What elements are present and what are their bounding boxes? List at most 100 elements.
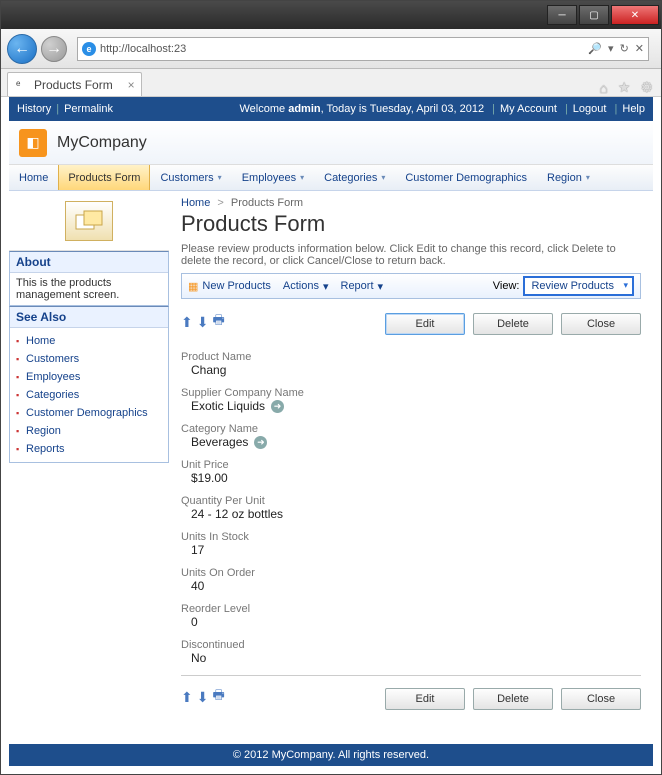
browser-tab[interactable]: e Products Form × — [7, 72, 142, 96]
sidebar: About This is the products management sc… — [9, 191, 169, 728]
actions-menu[interactable]: Actions▾ — [283, 280, 329, 293]
field-value: 0 — [181, 615, 641, 629]
field-value: No — [181, 651, 641, 665]
view-selector: View: Review Products — [493, 276, 634, 296]
browser-window: ─ ▢ ✕ ← → e http://localhost:23 🔎 ▾ ↻ ✕ … — [0, 0, 662, 775]
next-record-icon[interactable]: ⬇ — [197, 689, 209, 706]
url-toolbar: 🔎 ▾ ↻ ✕ — [588, 42, 644, 55]
print-icon[interactable]: 🖶 — [212, 311, 224, 333]
seealso-item-reports[interactable]: Reports — [16, 440, 162, 458]
refresh-icon[interactable]: ↻ — [620, 42, 629, 55]
chevron-down-icon: ▾ — [300, 173, 304, 182]
menu-item-customers[interactable]: Customers▾ — [150, 165, 231, 190]
breadcrumb: Home > Products Form — [181, 197, 641, 209]
company-header: ◧ MyCompany — [9, 121, 653, 165]
menu-item-categories[interactable]: Categories▾ — [314, 165, 395, 190]
chevron-down-icon: ▾ — [381, 173, 385, 182]
tab-title: Products Form — [34, 78, 113, 92]
related-link-icon[interactable]: ➜ — [271, 400, 284, 413]
field-label: Category Name — [181, 423, 641, 435]
content-area: Home > Products Form Products Form Pleas… — [169, 191, 653, 728]
edit-button[interactable]: Edit — [385, 313, 465, 335]
close-button[interactable]: Close — [561, 313, 641, 335]
gear-icon[interactable]: ⚙ — [640, 79, 653, 96]
menu-item-customer-demographics[interactable]: Customer Demographics — [395, 165, 537, 190]
address-bar[interactable]: e http://localhost:23 🔎 ▾ ↻ ✕ — [77, 37, 649, 61]
field-quantity-per-unit: Quantity Per Unit24 - 12 oz bottles — [181, 495, 641, 521]
prev-record-icon[interactable]: ⬆ — [181, 689, 193, 706]
field-value: Exotic Liquids➜ — [181, 399, 641, 413]
field-value: Chang — [181, 363, 641, 377]
seealso-item-categories[interactable]: Categories — [16, 386, 162, 404]
logout-link[interactable]: Logout — [573, 103, 607, 115]
page-icon-box — [9, 191, 169, 251]
field-value: Beverages➜ — [181, 435, 641, 449]
window-close-button[interactable]: ✕ — [611, 5, 659, 25]
ie-icon: e — [16, 79, 28, 91]
seealso-item-region[interactable]: Region — [16, 422, 162, 440]
browser-tools: ⌂ ★ ⚙ — [599, 79, 653, 96]
field-reorder-level: Reorder Level0 — [181, 603, 641, 629]
window-minimize-button[interactable]: ─ — [547, 5, 577, 25]
delete-button[interactable]: Delete — [473, 313, 553, 335]
breadcrumb-home[interactable]: Home — [181, 197, 210, 209]
history-link[interactable]: History — [17, 103, 51, 115]
field-units-in-stock: Units In Stock17 — [181, 531, 641, 557]
seealso-item-employees[interactable]: Employees — [16, 368, 162, 386]
dropdown-icon[interactable]: ▾ — [608, 42, 614, 55]
tab-close-icon[interactable]: × — [128, 78, 135, 92]
about-text: This is the products management screen. — [10, 273, 168, 305]
next-record-icon[interactable]: ⬇ — [197, 314, 209, 331]
seealso-panel: See Also HomeCustomersEmployeesCategorie… — [9, 306, 169, 463]
view-label: View: — [493, 280, 520, 292]
forward-button[interactable]: → — [41, 36, 67, 62]
field-label: Product Name — [181, 351, 641, 363]
my-account-link[interactable]: My Account — [500, 103, 557, 115]
field-label: Units In Stock — [181, 531, 641, 543]
home-icon[interactable]: ⌂ — [599, 80, 607, 96]
print-icon[interactable]: 🖶 — [212, 686, 224, 708]
prev-record-icon[interactable]: ⬆ — [181, 314, 193, 331]
permalink-link[interactable]: Permalink — [64, 103, 113, 115]
field-discontinued: DiscontinuedNo — [181, 639, 641, 665]
app-topbar: History | Permalink Welcome admin, Today… — [9, 97, 653, 121]
window-maximize-button[interactable]: ▢ — [579, 5, 609, 25]
seealso-list: HomeCustomersEmployeesCategoriesCustomer… — [16, 332, 162, 458]
divider — [181, 675, 641, 676]
stop-icon[interactable]: ✕ — [635, 42, 644, 55]
company-name: MyCompany — [57, 134, 147, 152]
chevron-down-icon: ▾ — [586, 173, 590, 182]
back-button[interactable]: ← — [7, 34, 37, 64]
delete-button[interactable]: Delete — [473, 688, 553, 710]
form-icon — [65, 201, 113, 241]
related-link-icon[interactable]: ➜ — [254, 436, 267, 449]
report-menu[interactable]: Report▾ — [341, 280, 384, 293]
field-value: $19.00 — [181, 471, 641, 485]
field-product-name: Product NameChang — [181, 351, 641, 377]
seealso-item-customers[interactable]: Customers — [16, 350, 162, 368]
page-footer: © 2012 MyCompany. All rights reserved. — [9, 744, 653, 766]
field-value: 40 — [181, 579, 641, 593]
edit-button[interactable]: Edit — [385, 688, 465, 710]
about-panel: About This is the products management sc… — [9, 251, 169, 306]
menu-item-employees[interactable]: Employees▾ — [232, 165, 314, 190]
about-title: About — [10, 252, 168, 273]
menu-item-home[interactable]: Home — [9, 165, 58, 190]
seealso-item-home[interactable]: Home — [16, 332, 162, 350]
help-link[interactable]: Help — [622, 103, 645, 115]
view-dropdown[interactable]: Review Products — [523, 276, 634, 296]
action-toolbar: ▦ New Products Actions▾ Report▾ View: Re… — [181, 273, 641, 299]
close-button[interactable]: Close — [561, 688, 641, 710]
current-user: admin — [288, 103, 320, 115]
menu-item-products-form[interactable]: Products Form — [58, 165, 150, 190]
search-icon[interactable]: 🔎 — [588, 42, 602, 55]
menu-item-region[interactable]: Region▾ — [537, 165, 600, 190]
field-value: 24 - 12 oz bottles — [181, 507, 641, 521]
field-label: Reorder Level — [181, 603, 641, 615]
field-label: Supplier Company Name — [181, 387, 641, 399]
url-text: http://localhost:23 — [100, 43, 186, 55]
favorites-icon[interactable]: ★ — [618, 79, 631, 96]
page-help-text: Please review products information below… — [181, 243, 641, 267]
seealso-item-customer-demographics[interactable]: Customer Demographics — [16, 404, 162, 422]
new-products-button[interactable]: ▦ New Products — [188, 280, 271, 293]
